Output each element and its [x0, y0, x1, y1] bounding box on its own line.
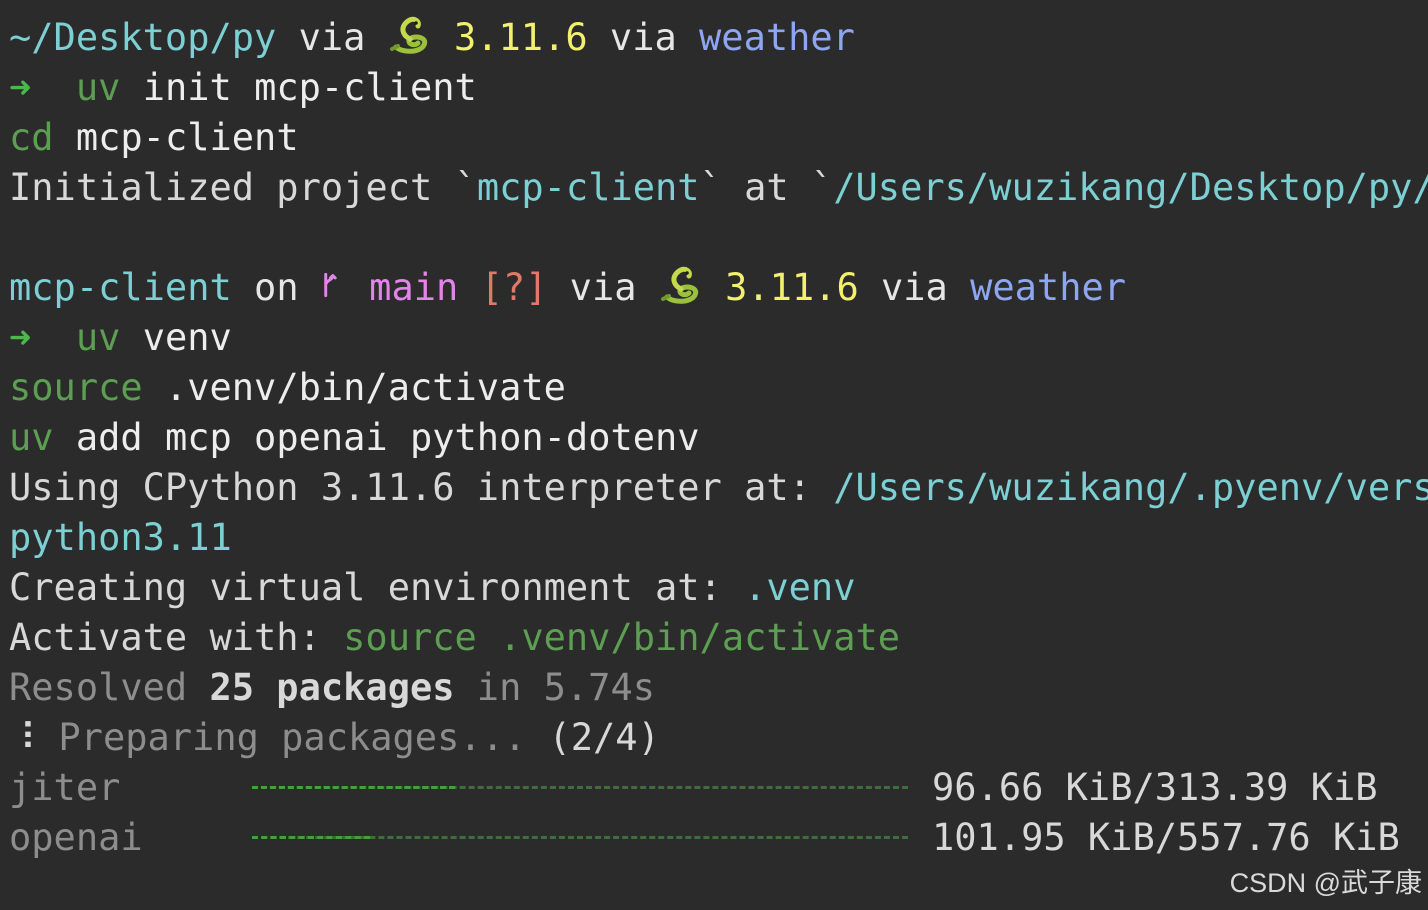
command-args: mcp-client: [75, 116, 299, 159]
project-name: mcp-client: [476, 166, 700, 209]
download-size: 101.95 KiB/557.76 KiB: [932, 816, 1400, 859]
output-text: Using CPython 3.11.6 interpreter at:: [9, 466, 834, 509]
command-line: source .venv/bin/activate: [9, 363, 1428, 413]
terminal-output[interactable]: ~/Desktop/py via 3.11.6 via weather ➜ uv…: [9, 13, 1428, 863]
download-size: 96.66 KiB/313.39 KiB: [932, 766, 1378, 809]
prompt-arrow-icon: ➜: [9, 66, 32, 109]
preparing-count: (2/4): [548, 716, 660, 759]
output-text: Resolved: [9, 666, 210, 709]
package-name: openai: [9, 816, 143, 859]
git-branch-name: main: [369, 266, 459, 309]
output-line: python3.11: [9, 513, 1428, 563]
prompt-line: ~/Desktop/py via 3.11.6 via weather: [9, 13, 1428, 63]
output-text: in 5.74s: [454, 666, 656, 709]
output-text: Initialized project: [9, 166, 455, 209]
output-text: Preparing packages...: [58, 716, 527, 759]
command-line: uv add mcp openai python-dotenv: [9, 413, 1428, 463]
output-text: Creating virtual environment at:: [9, 566, 745, 609]
prompt-on: on: [254, 266, 299, 309]
package-name: jiter: [9, 766, 121, 809]
output-line: Initialized project `mcp-client` at `/Us…: [9, 163, 1428, 213]
command-line: cd mcp-client: [9, 113, 1428, 163]
prompt-via: via: [298, 16, 366, 59]
output-text: Activate with:: [9, 616, 344, 659]
virtualenv-name: weather: [699, 16, 855, 59]
project-path: /Users/wuzikang/Desktop/py/mcp-client`: [833, 166, 1428, 209]
command-args: init mcp-client: [142, 66, 477, 109]
command-tool: cd: [9, 116, 54, 159]
command-tool: uv: [9, 416, 54, 459]
spinner-icon: ⠸: [9, 716, 37, 759]
command-line: ➜ uv venv: [9, 313, 1428, 363]
interpreter-path-continued: python3.11: [9, 516, 232, 559]
prompt-line: mcp-client on main [?] via 3.11.6 via we…: [9, 263, 1428, 313]
output-line: Activate with: source .venv/bin/activate: [9, 613, 1428, 663]
command-args: venv: [142, 316, 232, 359]
progress-bar: [252, 763, 908, 813]
venv-path: .venv: [744, 566, 856, 609]
prompt-directory: ~/Desktop/py: [9, 16, 277, 59]
output-line: Creating virtual environment at: .venv: [9, 563, 1428, 613]
python-version: 3.11.6: [453, 16, 588, 59]
command-tool: uv: [75, 316, 121, 359]
prompt-via: via: [881, 266, 948, 309]
prompt-via: via: [609, 16, 677, 59]
download-row: openai 101.95 KiB/557.76 KiB: [9, 813, 1428, 863]
python-version: 3.11.6: [725, 266, 859, 309]
output-text: at: [721, 166, 811, 209]
output-line: ⠸ Preparing packages... (2/4): [9, 713, 1428, 763]
command-tool: uv: [75, 66, 121, 109]
virtualenv-name: weather: [970, 266, 1127, 309]
snake-icon: [660, 266, 698, 304]
command-args: .venv/bin/activate: [164, 366, 566, 409]
prompt-directory: mcp-client: [9, 266, 232, 309]
prompt-arrow-icon: ➜: [9, 316, 32, 359]
interpreter-path: /Users/wuzikang/.pyenv/versions/3.11.6/b…: [833, 466, 1428, 509]
snake-icon: [389, 16, 427, 54]
activate-command: source .venv/bin/activate: [343, 616, 901, 659]
progress-fill: [252, 836, 371, 839]
resolved-count: 25 packages: [209, 666, 455, 709]
output-line: Using CPython 3.11.6 interpreter at: /Us…: [9, 463, 1428, 513]
git-status: [?]: [480, 266, 548, 309]
download-row: jiter 96.66 KiB/313.39 KiB: [9, 763, 1428, 813]
progress-bar: [252, 813, 908, 863]
backtick: `: [810, 166, 834, 209]
command-args: add mcp openai python-dotenv: [75, 416, 700, 459]
output-line: Resolved 25 packages in 5.74s: [9, 663, 1428, 713]
progress-fill: [252, 786, 456, 789]
prompt-via: via: [569, 266, 637, 309]
backtick: `: [454, 166, 477, 209]
backtick: `: [699, 166, 722, 209]
watermark: CSDN @武子康: [1229, 868, 1422, 898]
command-tool: source: [9, 366, 143, 409]
command-line: ➜ uv init mcp-client: [9, 63, 1428, 113]
git-branch-icon: [324, 272, 337, 298]
